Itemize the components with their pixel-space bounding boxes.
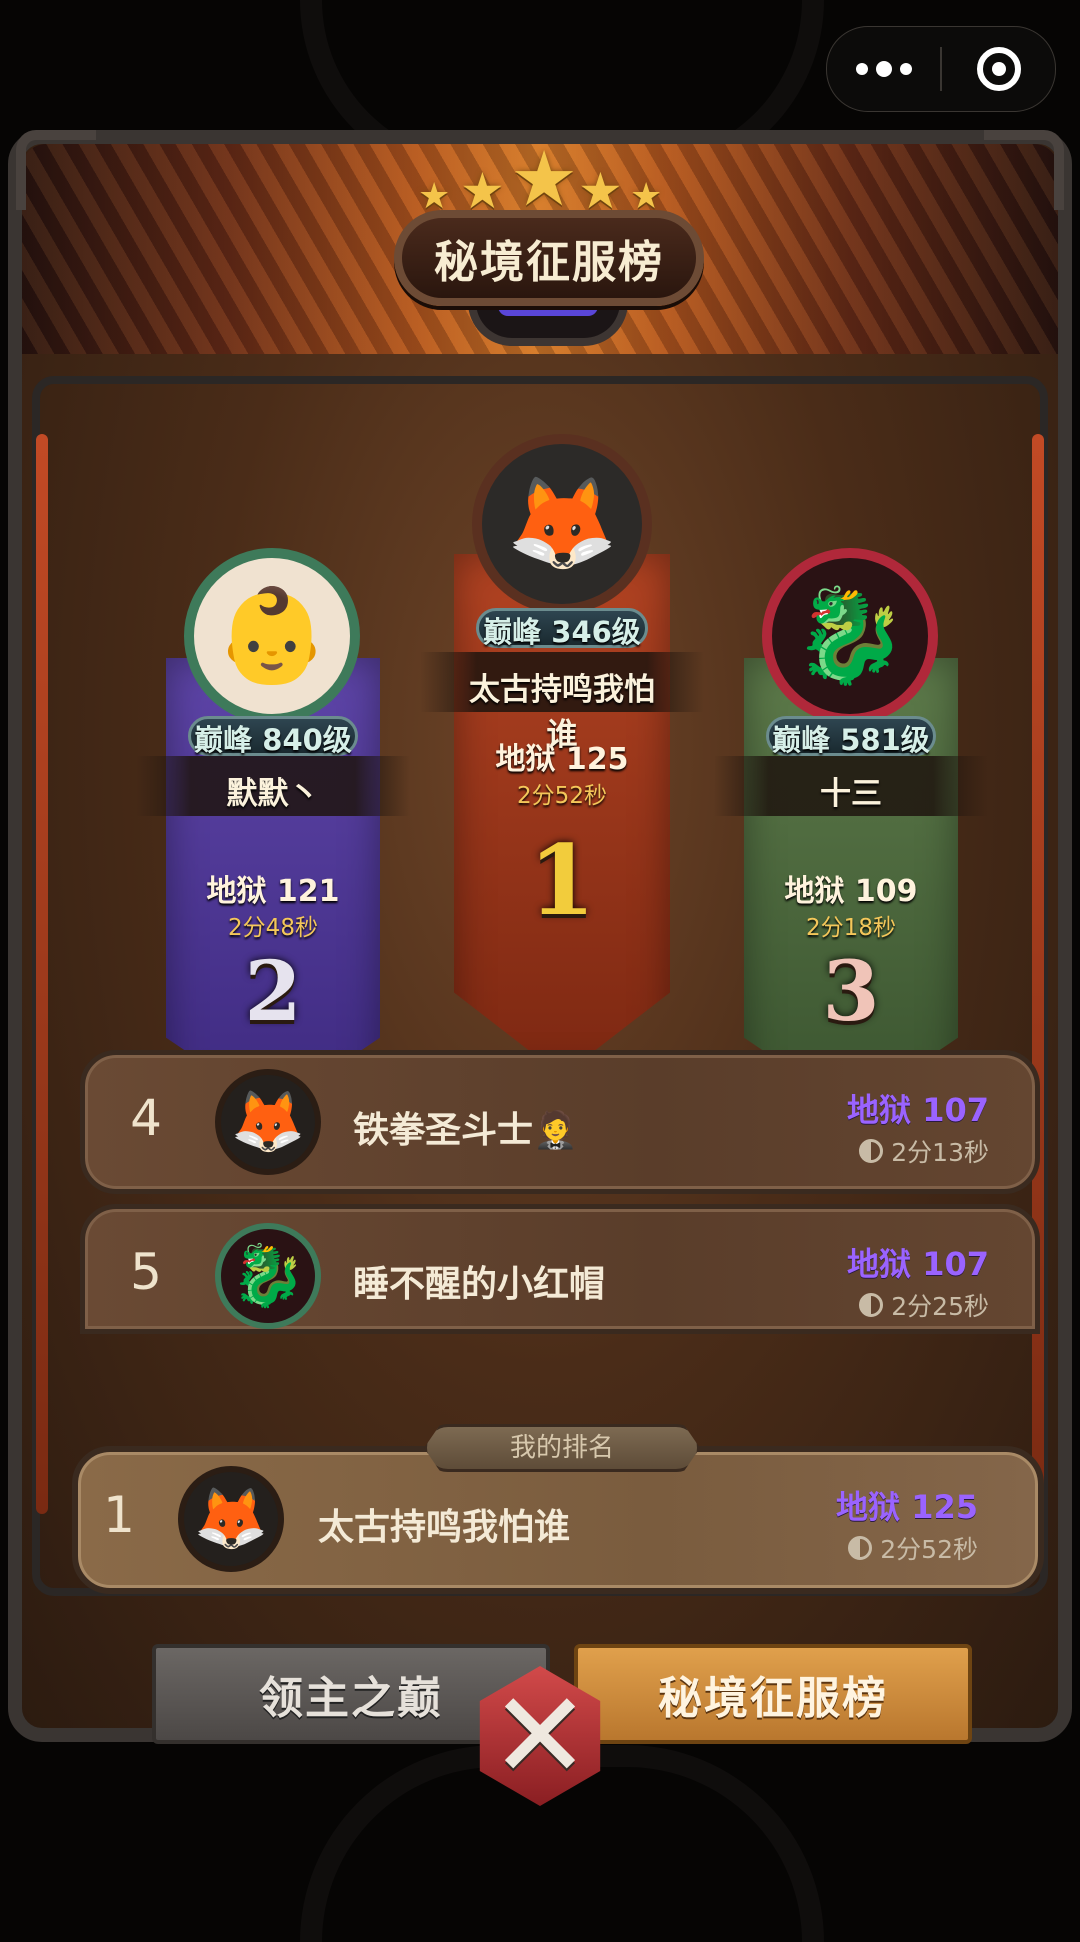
rank-number: 5 (130, 1243, 162, 1301)
clock-icon (848, 1536, 873, 1560)
clock-icon (859, 1293, 884, 1317)
rank-number: 4 (130, 1089, 162, 1147)
level-label: 巅峰 346级 (483, 615, 641, 649)
close-button[interactable]: ✕ (470, 1666, 610, 1806)
time-label: 2分13秒 (859, 1133, 989, 1169)
mode-label: 地狱 109 (784, 874, 918, 909)
page-title: 秘境征服榜 (394, 210, 704, 306)
avatar: 🦊 (472, 434, 652, 614)
avatar: 🦊 (215, 1069, 321, 1175)
fox-avatar-icon: 🦊 (193, 1484, 269, 1554)
podium-rank-1[interactable]: 🦊 巅峰 346级 太古持鸣我怕谁 地狱 125 2分52秒 1 (420, 434, 704, 1076)
player-name: 太古持鸣我怕谁 (318, 1507, 571, 1548)
fox-avatar-icon: 🦊 (505, 471, 619, 576)
fox-avatar-icon: 🦊 (230, 1087, 306, 1157)
rank-number: 2 (244, 944, 302, 1040)
player-name: 默默丶 (226, 776, 320, 812)
time-value: 2分13秒 (891, 1138, 989, 1167)
target-close-icon[interactable] (942, 27, 1055, 111)
podium-rank-3[interactable]: 🐉 巅峰 581级 十三 地狱 109 2分18秒 3 (714, 528, 988, 1128)
mode-label: 地狱 107 (847, 1091, 989, 1129)
clock-icon (859, 1139, 884, 1163)
frame-corner-left (16, 130, 96, 210)
mode-label: 地狱 125 (836, 1488, 978, 1526)
player-name: 铁拳圣斗士🤵 (353, 1110, 578, 1151)
rank-number: 3 (822, 944, 880, 1040)
level-label: 巅峰 840级 (194, 723, 352, 757)
player-name: 十三 (820, 776, 882, 812)
mode-label: 地狱 121 (206, 874, 340, 909)
side-bar-left (36, 434, 48, 1514)
list-item[interactable]: 4 🦊 铁拳圣斗士🤵 地狱 107 2分13秒 (80, 1050, 1040, 1194)
avatar: 🐉 (215, 1223, 321, 1329)
mini-program-capsule (826, 26, 1056, 112)
my-rank-label: 我的排名 (424, 1424, 700, 1472)
star-rating: ★ ★ ★ ★ ★ (412, 128, 672, 223)
level-label: 巅峰 581级 (772, 723, 930, 757)
more-dots-icon[interactable] (827, 27, 940, 111)
list-item[interactable]: 5 🐉 睡不醒的小红帽 地狱 107 2分25秒 (80, 1204, 1040, 1334)
player-name: 睡不醒的小红帽 (353, 1264, 606, 1305)
time-label: 2分18秒 (806, 915, 896, 941)
tab-secret-conquest[interactable]: 秘境征服榜 (574, 1644, 972, 1744)
leaderboard-panel: ★ ★ ★ ★ ★ 秘境征服榜 👶 巅峰 840级 默默丶 地狱 121 2分4… (8, 128, 1072, 1744)
podium-rank-2[interactable]: 👶 巅峰 840级 默默丶 地狱 121 2分48秒 2 (136, 528, 410, 1128)
time-label: 2分52秒 (848, 1530, 978, 1566)
mode-label: 地狱 107 (847, 1245, 989, 1283)
time-label: 2分48秒 (228, 915, 318, 941)
mode-label: 地狱 125 (495, 742, 629, 777)
avatar: 👶 (184, 548, 360, 724)
frame-corner-right (984, 130, 1064, 210)
rank-number: 1 (528, 824, 596, 937)
close-icon: ✕ (489, 1666, 591, 1806)
time-value: 2分25秒 (891, 1292, 989, 1321)
avatar: 🦊 (178, 1466, 284, 1572)
time-value: 2分52秒 (880, 1535, 978, 1564)
avatar: 🐉 (762, 548, 938, 724)
dragon-avatar-icon: 🐉 (230, 1241, 306, 1311)
time-label: 2分25秒 (859, 1287, 989, 1323)
time-label: 2分52秒 (517, 783, 607, 809)
title-gem (468, 302, 628, 346)
side-bar-right (1032, 434, 1044, 1514)
rank-number: 1 (103, 1486, 135, 1544)
